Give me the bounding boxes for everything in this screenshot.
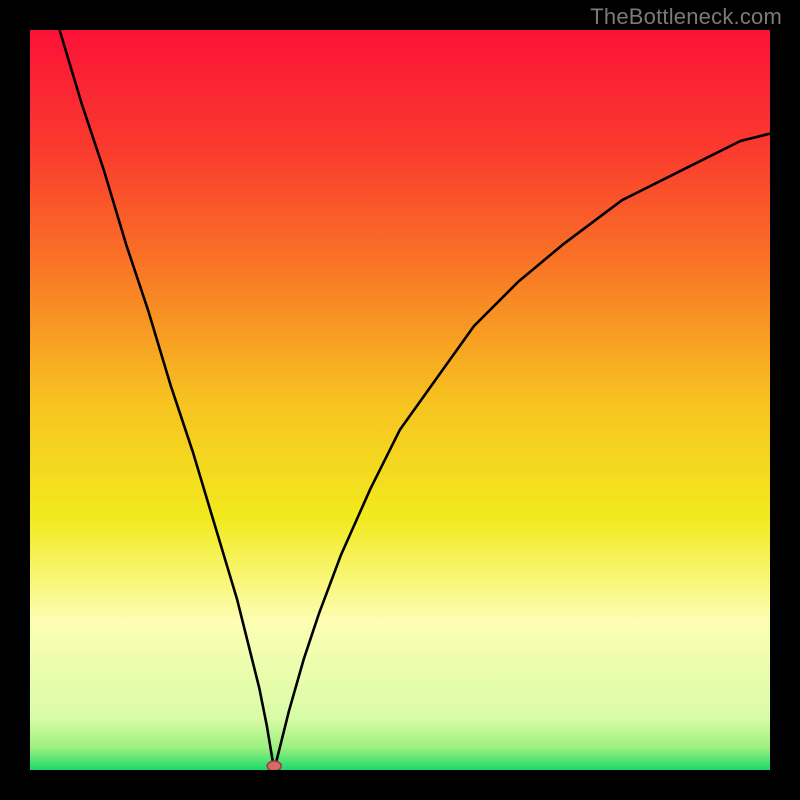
optimum-marker bbox=[267, 761, 281, 770]
watermark-text: TheBottleneck.com bbox=[590, 4, 782, 30]
chart-svg bbox=[30, 30, 770, 770]
chart-frame: TheBottleneck.com bbox=[0, 0, 800, 800]
plot-area bbox=[30, 30, 770, 770]
gradient-rect bbox=[30, 30, 770, 770]
